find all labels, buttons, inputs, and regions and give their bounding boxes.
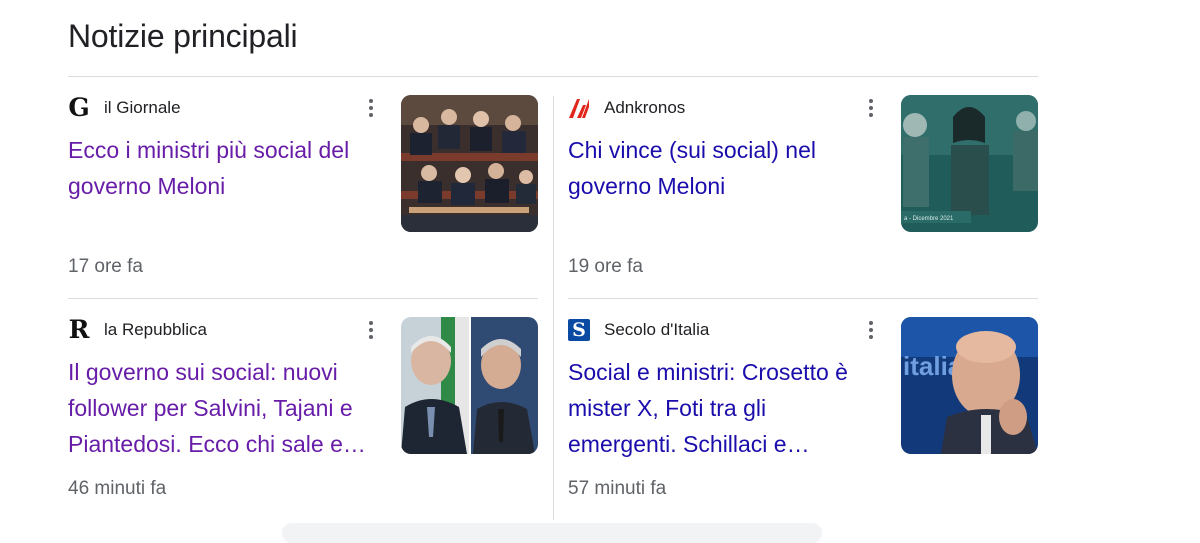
news-thumbnail[interactable] — [401, 95, 538, 232]
il-giornale-logo-icon: G — [68, 93, 90, 122]
news-thumbnail[interactable]: italia — [901, 317, 1038, 454]
top-divider — [68, 76, 1038, 77]
headline-link[interactable]: Social e ministri: Crosetto è mister X, … — [568, 354, 878, 462]
timestamp: 46 minuti fa — [68, 478, 167, 499]
adnkronos-logo-icon — [568, 97, 590, 119]
svg-text:a - Dicembre 2021: a - Dicembre 2021 — [904, 216, 954, 222]
secolo-ditalia-logo-icon: S — [568, 319, 590, 341]
la-repubblica-logo-icon: R — [68, 315, 90, 344]
section-title: Notizie principali — [68, 18, 298, 54]
row-divider-right — [568, 298, 1038, 299]
more-options-icon[interactable] — [861, 318, 881, 342]
source-name: Adnkronos — [604, 98, 686, 117]
column-divider — [553, 96, 554, 520]
timestamp: 19 ore fa — [568, 256, 643, 277]
timestamp: 17 ore fa — [68, 256, 143, 277]
row-divider-left — [68, 298, 538, 299]
news-card[interactable]: G il Giornale Ecco i ministri più social… — [68, 93, 538, 296]
more-options-icon[interactable] — [861, 96, 881, 120]
source-row: S Secolo d'Italia — [568, 318, 709, 342]
more-options-icon[interactable] — [361, 318, 381, 342]
source-row: R la Repubblica — [68, 315, 208, 344]
news-thumbnail[interactable]: a - Dicembre 2021 — [901, 95, 1038, 232]
source-name: la Repubblica — [104, 320, 208, 339]
headline-link[interactable]: Ecco i ministri più social del governo M… — [68, 132, 378, 204]
more-news-button[interactable] — [282, 523, 822, 543]
news-card[interactable]: Adnkronos Chi vince (sui social) nel gov… — [568, 95, 1038, 296]
source-name: il Giornale — [104, 98, 181, 117]
headline-link[interactable]: Chi vince (sui social) nel governo Melon… — [568, 132, 878, 204]
news-card[interactable]: R la Repubblica Il governo sui social: n… — [68, 315, 538, 518]
source-row: G il Giornale — [68, 93, 181, 122]
source-row: Adnkronos — [568, 96, 685, 120]
source-name: Secolo d'Italia — [604, 320, 710, 339]
news-card[interactable]: S Secolo d'Italia Social e ministri: Cro… — [568, 317, 1038, 518]
news-thumbnail[interactable] — [401, 317, 538, 454]
timestamp: 57 minuti fa — [568, 478, 667, 499]
headline-link[interactable]: Il governo sui social: nuovi follower pe… — [68, 354, 378, 462]
more-options-icon[interactable] — [361, 96, 381, 120]
